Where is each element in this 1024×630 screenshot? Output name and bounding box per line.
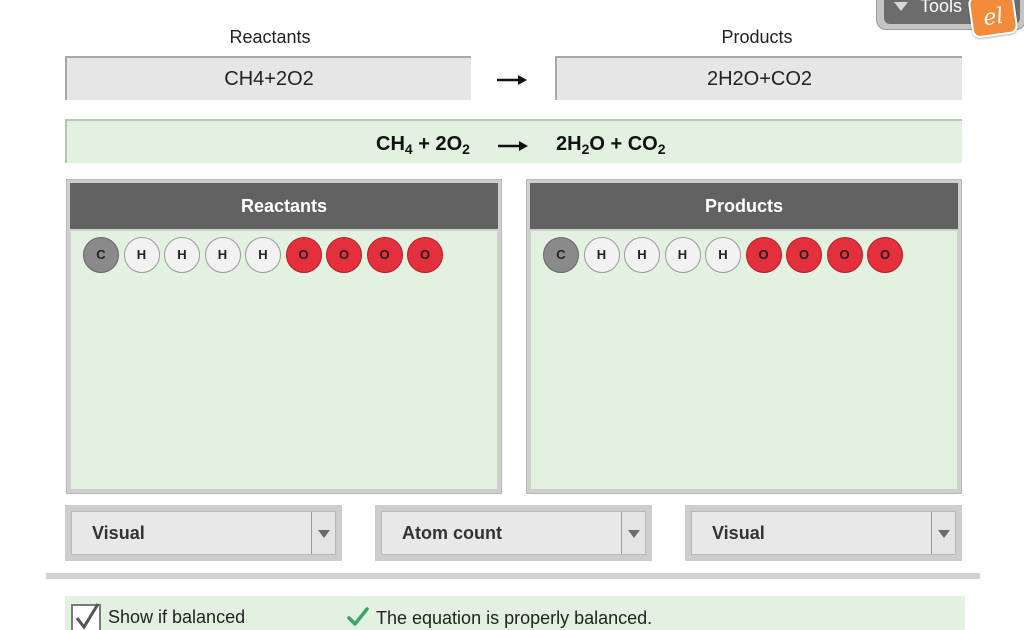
el-logo-icon: el <box>967 0 1019 39</box>
formula-reactants: CH4 + 2O2 <box>376 133 470 157</box>
atom-c[interactable]: C <box>543 237 579 273</box>
atom-o[interactable]: O <box>407 237 443 273</box>
middle-view-dropdown[interactable]: Atom count <box>375 505 652 561</box>
products-view-dropdown[interactable]: Visual <box>685 505 962 561</box>
show-if-balanced-checkbox[interactable] <box>71 603 101 630</box>
dropdown-value: Visual <box>92 523 145 543</box>
atom-h[interactable]: H <box>624 237 660 273</box>
atom-h[interactable]: H <box>164 237 200 273</box>
reactants-label: Reactants <box>229 27 311 47</box>
chevron-down-icon[interactable] <box>311 512 335 554</box>
divider <box>46 573 980 579</box>
atom-o[interactable]: O <box>867 237 903 273</box>
atom-o[interactable]: O <box>826 237 863 273</box>
reactants-atom-row: CHHHHOOOO <box>83 237 443 273</box>
products-panel-title: Products <box>530 183 958 229</box>
atom-h[interactable]: H <box>123 237 160 273</box>
atom-o[interactable]: O <box>745 237 782 273</box>
dropdown-value: Atom count <box>402 523 502 543</box>
products-atom-area[interactable]: CHHHHOOOO <box>531 231 957 489</box>
atom-o[interactable]: O <box>285 237 322 273</box>
atom-o[interactable]: O <box>786 237 822 273</box>
show-if-balanced-label[interactable]: Show if balanced <box>108 607 245 628</box>
products-label: Products <box>721 27 793 47</box>
right-arrow-icon <box>497 75 527 85</box>
checkmark-icon <box>75 603 100 630</box>
products-atom-row: CHHHHOOOO <box>543 237 903 273</box>
dropdown-value: Visual <box>712 523 765 543</box>
atom-h[interactable]: H <box>583 237 620 273</box>
balanced-check-icon <box>347 607 369 626</box>
balance-status-text: The equation is properly balanced. <box>376 608 653 628</box>
atom-o[interactable]: O <box>326 237 362 273</box>
reactants-panel: Reactants CHHHHOOOO <box>66 179 502 494</box>
chevron-down-icon[interactable] <box>931 512 955 554</box>
reactants-input[interactable]: CH4+2O2 <box>65 56 471 100</box>
reactants-panel-title: Reactants <box>70 183 498 229</box>
atom-h[interactable]: H <box>204 237 241 273</box>
atom-h[interactable]: H <box>705 237 741 273</box>
formula-products: 2H2O + CO2 <box>556 133 666 157</box>
chevron-down-icon[interactable] <box>621 512 645 554</box>
atom-h[interactable]: H <box>245 237 281 273</box>
reactants-view-dropdown[interactable]: Visual <box>65 505 342 561</box>
atom-c[interactable]: C <box>83 237 119 273</box>
atom-o[interactable]: O <box>366 237 403 273</box>
reactants-atom-area[interactable]: CHHHHOOOO <box>71 231 497 489</box>
tools-dropdown-arrow-icon[interactable] <box>894 2 908 11</box>
products-input[interactable]: 2H2O+CO2 <box>555 56 962 100</box>
tools-label[interactable]: Tools <box>920 0 962 17</box>
formula-arrow-icon <box>498 141 528 151</box>
atom-h[interactable]: H <box>664 237 701 273</box>
products-panel: Products CHHHHOOOO <box>526 179 962 494</box>
